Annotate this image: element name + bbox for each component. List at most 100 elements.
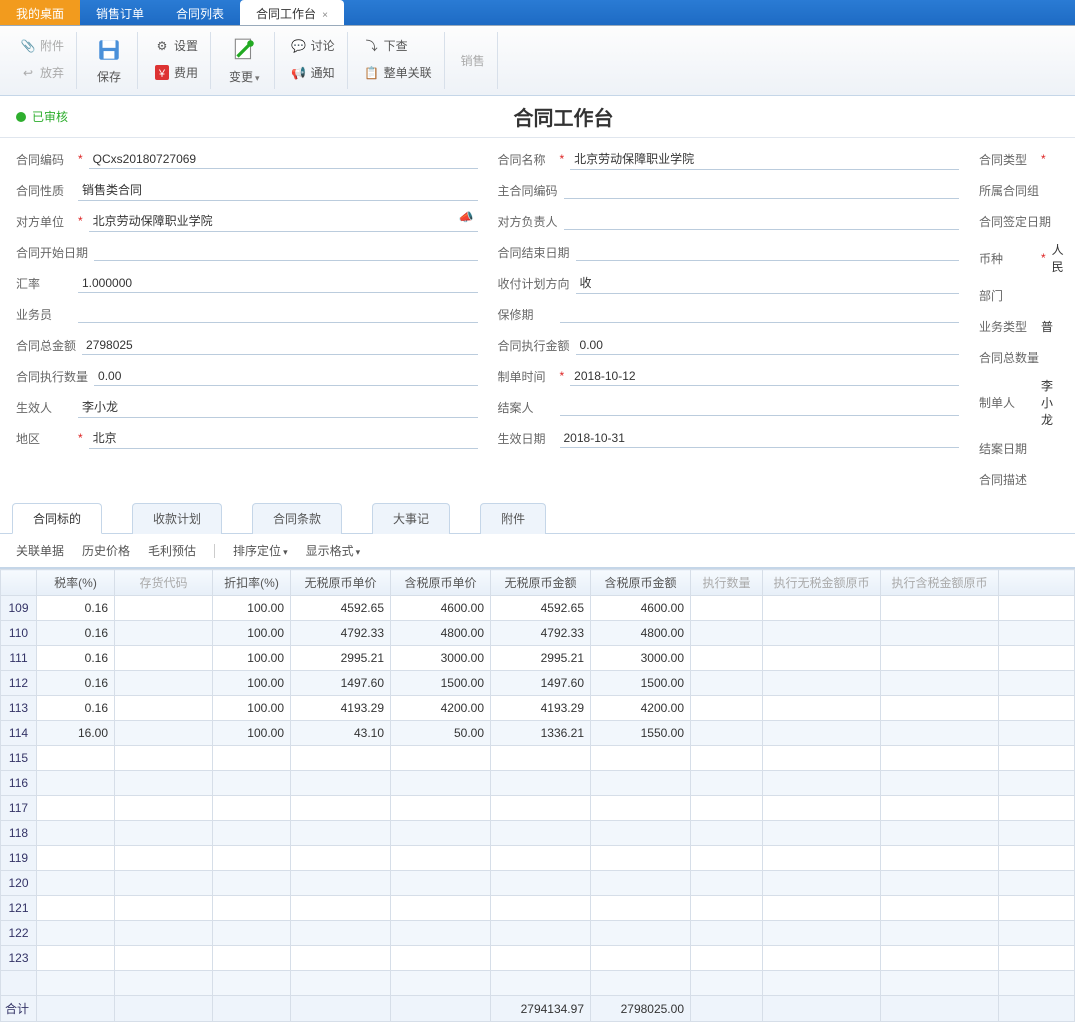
data-grid[interactable]: 税率(%) 存货代码 折扣率(%) 无税原币单价 含税原币单价 无税原币金额 含… (0, 569, 1075, 1022)
label-close-date: 结案日期 (979, 440, 1035, 457)
notify-button[interactable]: 📢通知 (285, 61, 341, 84)
field-rate[interactable]: 1.000000 (78, 274, 478, 293)
separator (214, 544, 215, 558)
field-resp[interactable] (564, 212, 959, 230)
field-eff-date[interactable]: 2018-10-31 (560, 429, 960, 448)
field-end[interactable] (576, 243, 959, 261)
col-discount[interactable]: 折扣率(%) (213, 570, 291, 596)
sub-tabs: 合同标的 收款计划 合同条款 大事记 附件 (0, 502, 1075, 534)
chat-icon: 💬 (291, 38, 307, 54)
col-exec-tax[interactable]: 执行含税金额原币 (881, 570, 999, 596)
subtab-terms[interactable]: 合同条款 (252, 503, 342, 534)
btn-display[interactable]: 显示格式▾ (306, 542, 361, 559)
subtab-items[interactable]: 合同标的 (12, 503, 102, 534)
field-nature[interactable]: 销售类合同 (78, 179, 478, 201)
field-maker: 李小龙 (1041, 377, 1059, 428)
tab-desktop[interactable]: 我的桌面 (0, 0, 80, 25)
field-region[interactable]: 北京 (89, 427, 478, 449)
col-extra[interactable] (999, 570, 1075, 596)
close-icon[interactable]: × (322, 10, 328, 21)
field-biz-type: 普 (1041, 318, 1053, 335)
status-dot-icon (16, 112, 26, 122)
field-closer[interactable] (560, 398, 960, 416)
label-end: 合同结束日期 (498, 244, 570, 261)
col-exec-notax[interactable]: 执行无税金额原币 (763, 570, 881, 596)
field-code[interactable]: QCxs20180727069 (89, 150, 478, 169)
discard-button[interactable]: ↩放弃 (14, 61, 70, 84)
table-row[interactable]: 1120.16100.001497.601500.001497.601500.0… (1, 671, 1075, 696)
field-make-time[interactable]: 2018-10-12 (570, 367, 959, 386)
table-row[interactable]: 1110.16100.002995.213000.002995.213000.0… (1, 646, 1075, 671)
field-exec-amt[interactable]: 0.00 (576, 336, 959, 355)
table-row[interactable]: 1100.16100.004792.334800.004792.334800.0… (1, 621, 1075, 646)
attachment-button[interactable]: 📎附件 (14, 34, 70, 57)
tab-contract-list[interactable]: 合同列表 (160, 0, 240, 25)
save-icon (95, 36, 123, 64)
label-dept: 部门 (979, 287, 1035, 304)
label-total-qty: 合同总数量 (979, 349, 1039, 366)
field-warranty[interactable] (560, 305, 960, 323)
footer-tax-sum: 2798025.00 (591, 996, 691, 1022)
drilldown-button[interactable]: ⤵下查 (358, 34, 438, 57)
table-row[interactable]: 116 (1, 771, 1075, 796)
save-button[interactable]: 保存 (87, 32, 131, 89)
label-sales: 业务员 (16, 306, 72, 323)
status-bar: 已审核 合同工作台 (0, 96, 1075, 138)
table-row[interactable]: 1090.16100.004592.654600.004592.654600.0… (1, 596, 1075, 621)
label-desc: 合同描述 (979, 471, 1035, 488)
table-row[interactable]: 119 (1, 846, 1075, 871)
btn-sort[interactable]: 排序定位▾ (233, 542, 288, 559)
label-exec-qty: 合同执行数量 (16, 368, 88, 385)
btn-profit[interactable]: 毛利预估 (148, 542, 196, 559)
field-effector[interactable]: 李小龙 (78, 396, 478, 418)
btn-history[interactable]: 历史价格 (82, 542, 130, 559)
label-group: 所属合同组 (979, 182, 1039, 199)
table-row[interactable]: 122 (1, 921, 1075, 946)
col-tax-rate[interactable]: 税率(%) (37, 570, 115, 596)
field-party[interactable]: 北京劳动保障职业学院📣 (89, 210, 478, 232)
subtab-payment[interactable]: 收款计划 (132, 503, 222, 534)
col-tax-amt[interactable]: 含税原币金额 (591, 570, 691, 596)
btn-related[interactable]: 关联单据 (16, 542, 64, 559)
link-icon: 📋 (364, 65, 380, 81)
settings-button[interactable]: ⚙设置 (148, 34, 204, 57)
discuss-button[interactable]: 💬讨论 (285, 34, 341, 57)
table-row[interactable]: 118 (1, 821, 1075, 846)
table-row[interactable]: 123 (1, 946, 1075, 971)
field-plan-dir[interactable]: 收 (576, 272, 959, 294)
table-row[interactable]: 115 (1, 746, 1075, 771)
link-doc-button[interactable]: 📋整单关联 (358, 61, 438, 84)
table-row[interactable]: 121 (1, 896, 1075, 921)
subtab-attach[interactable]: 附件 (480, 503, 546, 534)
table-row[interactable]: 1130.16100.004193.294200.004193.294200.0… (1, 696, 1075, 721)
label-nature: 合同性质 (16, 182, 72, 199)
label-resp: 对方负责人 (498, 213, 558, 230)
col-rownum[interactable] (1, 570, 37, 596)
label-code: 合同编码 (16, 151, 72, 168)
col-exec-qty[interactable]: 执行数量 (691, 570, 763, 596)
change-button[interactable]: 变更▾ (221, 32, 268, 89)
field-total[interactable]: 2798025 (82, 336, 477, 355)
subtab-events[interactable]: 大事记 (372, 503, 450, 534)
field-main-code[interactable] (564, 181, 959, 199)
col-tax-price[interactable]: 含税原币单价 (391, 570, 491, 596)
label-eff-date: 生效日期 (498, 430, 554, 447)
field-sales[interactable] (78, 305, 478, 323)
field-currency: 人民 (1052, 241, 1064, 275)
table-row[interactable] (1, 971, 1075, 996)
cost-button[interactable]: ￥费用 (148, 61, 204, 84)
field-name[interactable]: 北京劳动保障职业学院 (570, 148, 959, 170)
sell-button[interactable]: 销售 (455, 49, 491, 72)
field-exec-qty[interactable]: 0.00 (94, 367, 477, 386)
tab-sales-order[interactable]: 销售订单 (80, 0, 160, 25)
col-inv-code[interactable]: 存货代码 (115, 570, 213, 596)
table-row[interactable]: 117 (1, 796, 1075, 821)
col-notax-amt[interactable]: 无税原币金额 (491, 570, 591, 596)
paperclip-icon: 📎 (20, 38, 36, 54)
table-row[interactable]: 120 (1, 871, 1075, 896)
field-start[interactable] (94, 243, 477, 261)
col-notax-price[interactable]: 无税原币单价 (291, 570, 391, 596)
tab-contract-workbench[interactable]: 合同工作台× (240, 0, 344, 25)
speaker-icon[interactable]: 📣 (459, 210, 474, 224)
table-row[interactable]: 11416.00100.0043.1050.001336.211550.00 (1, 721, 1075, 746)
